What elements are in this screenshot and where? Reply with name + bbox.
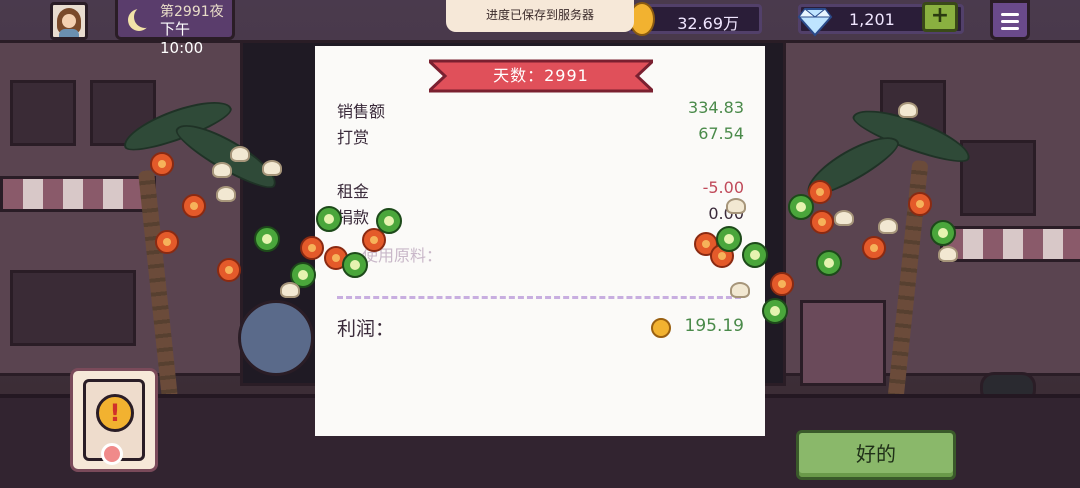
coin-counter: 32.69万 xyxy=(628,2,762,36)
left-window xyxy=(10,270,136,346)
garlic-clove-icon xyxy=(280,282,300,298)
tomato-slice-icon xyxy=(150,152,174,176)
left-window xyxy=(10,80,76,146)
coin-value: 32.69万 xyxy=(677,14,739,33)
save-toast: 进度已保存到服务器 xyxy=(446,0,634,32)
coin-icon xyxy=(651,318,671,338)
garlic-clove-icon xyxy=(898,102,918,118)
pepper-slice-icon xyxy=(316,206,342,232)
hamburger-menu-icon[interactable] xyxy=(990,0,1030,40)
pool-ring xyxy=(238,300,314,376)
pepper-slice-icon xyxy=(716,226,742,252)
garlic-clove-icon xyxy=(212,162,232,178)
receipt-torn-edge xyxy=(315,404,765,430)
tomato-slice-icon xyxy=(155,230,179,254)
garlic-clove-icon xyxy=(726,198,746,214)
garlic-clove-icon xyxy=(938,246,958,262)
notification-dot xyxy=(101,443,123,465)
avatar-body xyxy=(59,29,79,37)
pepper-slice-icon xyxy=(742,242,768,268)
avatar-face xyxy=(62,14,76,28)
alert-card-button[interactable]: ! xyxy=(70,368,158,472)
garlic-clove-icon xyxy=(730,282,750,298)
right-awning xyxy=(940,226,1080,262)
tips-label: 打赏 xyxy=(337,128,370,147)
player-avatar[interactable] xyxy=(50,2,88,40)
tomato-slice-icon xyxy=(770,272,794,296)
pepper-slice-icon xyxy=(762,298,788,324)
tips-value: 67.54 xyxy=(698,124,744,143)
pepper-slice-icon xyxy=(930,220,956,246)
moon-icon xyxy=(134,6,156,28)
garlic-clove-icon xyxy=(262,160,282,176)
tomato-slice-icon xyxy=(300,236,324,260)
pepper-slice-icon xyxy=(788,194,814,220)
rent-label: 租金 xyxy=(337,182,370,201)
time-label: 下午10:00 xyxy=(160,20,204,57)
sales-value: 334.83 xyxy=(688,98,744,117)
tomato-slice-icon xyxy=(862,236,886,260)
rent-value: -5.00 xyxy=(702,178,744,197)
garlic-clove-icon xyxy=(216,186,236,202)
ok-button[interactable]: 好的 xyxy=(796,430,956,480)
tomato-slice-icon xyxy=(908,192,932,216)
diamond-icon xyxy=(797,8,833,37)
day-banner-text: 天数：2991 xyxy=(493,66,589,85)
garlic-clove-icon xyxy=(834,210,854,226)
gem-value: 1,201 xyxy=(849,10,895,29)
tomato-slice-icon xyxy=(810,210,834,234)
pepper-slice-icon xyxy=(342,252,368,278)
profit-value: 195.19 xyxy=(684,316,744,336)
pepper-slice-icon xyxy=(376,208,402,234)
day-time-panel: 第2991夜 下午10:00 xyxy=(115,0,235,57)
exclamation-icon: ! xyxy=(96,394,134,432)
tomato-slice-icon xyxy=(217,258,241,282)
tomato-slice-icon xyxy=(182,194,206,218)
pepper-slice-icon xyxy=(254,226,280,252)
garlic-clove-icon xyxy=(878,218,898,234)
right-window xyxy=(960,140,1036,216)
sales-label: 销售额 xyxy=(337,102,386,121)
profit-label: 利润： xyxy=(337,318,395,340)
receipt-divider xyxy=(337,296,741,299)
birdhouse xyxy=(800,300,886,386)
pepper-slice-icon xyxy=(816,250,842,276)
garlic-clove-icon xyxy=(230,146,250,162)
left-awning xyxy=(0,176,156,212)
buy-gems-button[interactable]: + xyxy=(922,2,958,32)
